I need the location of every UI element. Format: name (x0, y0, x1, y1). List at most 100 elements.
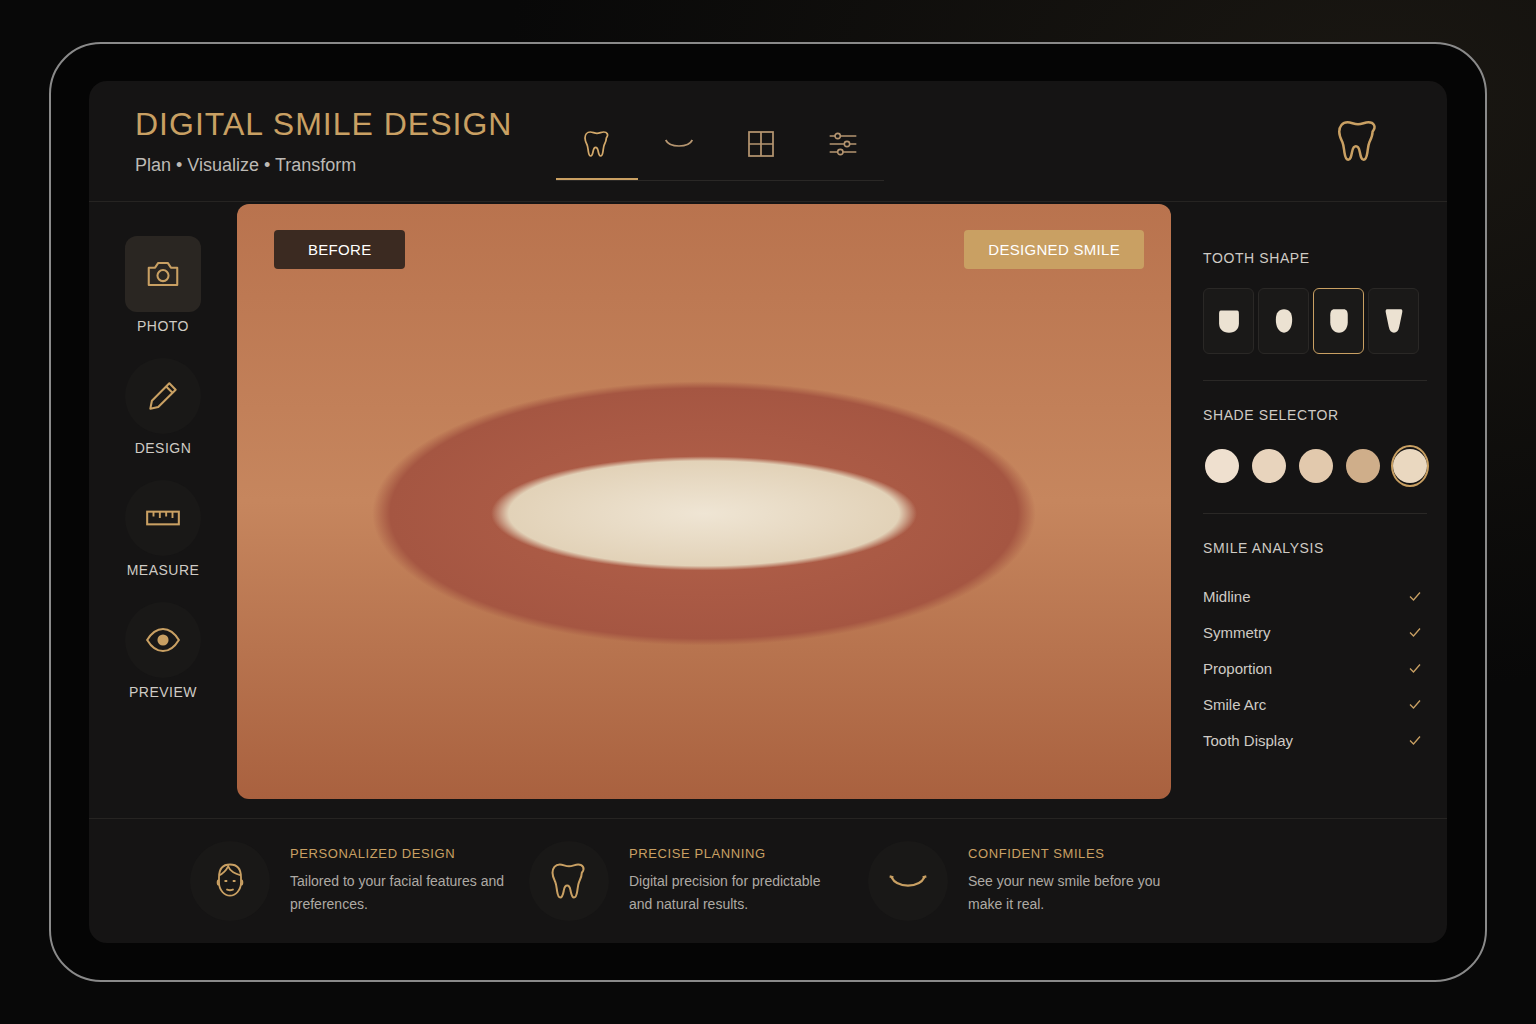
check-icon (1407, 660, 1423, 676)
app-title: DIGITAL SMILE DESIGN (135, 106, 556, 143)
feature: PRECISE PLANNING Digital precision for pr… (529, 841, 868, 921)
designed-smile-badge[interactable]: DESIGNED SMILE (964, 230, 1144, 269)
tooth-shape-section: TOOTH SHAPE (1203, 250, 1427, 381)
smile-icon (886, 859, 930, 903)
tooth-shape-option[interactable] (1368, 288, 1419, 354)
shade-swatch[interactable] (1344, 445, 1382, 487)
feature-strip: PERSONALIZED DESIGN Tailored to your faci… (89, 819, 1447, 943)
feature-icon-circle (529, 841, 609, 921)
sidebar-label: PHOTO (137, 318, 189, 334)
analysis-item: Smile Arc (1203, 686, 1427, 722)
tooth-shape-icon (1380, 299, 1408, 343)
shade-swatch[interactable] (1297, 445, 1335, 487)
shade-swatches (1203, 445, 1427, 487)
tooth-shape-option[interactable] (1203, 288, 1254, 354)
check-icon (1407, 696, 1423, 712)
page: DIGITAL SMILE DESIGN Plan • Visualize • T… (0, 0, 1536, 1024)
tab[interactable] (802, 110, 884, 180)
section-title: SHADE SELECTOR (1203, 407, 1427, 423)
feature-title: PRECISE PLANNING (629, 846, 844, 861)
tooth-shape-options (1203, 288, 1427, 354)
sidebar-icon-box (125, 602, 201, 678)
brand: DIGITAL SMILE DESIGN Plan • Visualize • T… (89, 106, 556, 176)
tab[interactable] (556, 110, 638, 180)
feature: PERSONALIZED DESIGN Tailored to your faci… (190, 841, 529, 921)
smile-icon (663, 128, 695, 160)
sidebar-label: DESIGN (135, 440, 192, 456)
shade-selector-section: SHADE SELECTOR (1203, 407, 1427, 514)
shade-swatch[interactable] (1250, 445, 1288, 487)
sidebar-icon-box (125, 236, 201, 312)
shade-dot (1393, 449, 1427, 483)
app-screen: DIGITAL SMILE DESIGN Plan • Visualize • T… (89, 81, 1447, 943)
sliders-icon (827, 128, 859, 160)
sidebar-item[interactable]: DESIGN (125, 358, 201, 456)
section-title: TOOTH SHAPE (1203, 250, 1427, 266)
shade-swatch[interactable] (1391, 445, 1429, 487)
tooth-shape-icon (1215, 299, 1243, 343)
smile-analysis-section: SMILE ANALYSIS Midline Symmetry Proportion S… (1203, 540, 1427, 784)
feature-icon-circle (190, 841, 270, 921)
sidebar-item[interactable]: MEASURE (125, 480, 201, 578)
feature-description: See your new smile before you make it re… (968, 870, 1183, 916)
analysis-item: Symmetry (1203, 614, 1427, 650)
eye-icon (144, 621, 182, 659)
header: DIGITAL SMILE DESIGN Plan • Visualize • T… (89, 81, 1447, 202)
pencil-icon (144, 377, 182, 415)
sidebar: PHOTO DESIGN MEASURE PREVIEW (89, 204, 237, 799)
tooth-shape-icon (1325, 299, 1353, 343)
tooth-icon (547, 859, 591, 903)
before-badge[interactable]: BEFORE (274, 230, 405, 269)
analysis-label: Proportion (1203, 660, 1272, 677)
shade-dot (1252, 449, 1286, 483)
feature-text: PRECISE PLANNING Digital precision for pr… (629, 846, 844, 916)
sidebar-icon-box (125, 358, 201, 434)
feature-icon-circle (868, 841, 948, 921)
shade-dot (1346, 449, 1380, 483)
tooth-logo-icon (1333, 116, 1383, 166)
shade-swatch[interactable] (1203, 445, 1241, 487)
feature-title: CONFIDENT SMILES (968, 846, 1183, 861)
shade-dot (1299, 449, 1333, 483)
workspace: PHOTO DESIGN MEASURE PREVIEW BEFORE DESIGNED … (89, 202, 1447, 819)
tablet-frame: DIGITAL SMILE DESIGN Plan • Visualize • T… (49, 42, 1487, 982)
shade-dot (1205, 449, 1239, 483)
analysis-item: Midline (1203, 578, 1427, 614)
feature-description: Digital precision for predictable and na… (629, 870, 844, 916)
tooth-shape-option[interactable] (1258, 288, 1309, 354)
section-title: SMILE ANALYSIS (1203, 540, 1427, 556)
smile-photo-canvas[interactable]: BEFORE DESIGNED SMILE (237, 204, 1171, 799)
check-icon (1407, 732, 1423, 748)
tab-bar (556, 110, 884, 181)
analysis-label: Smile Arc (1203, 696, 1266, 713)
analysis-item: Tooth Display (1203, 722, 1427, 758)
analysis-label: Tooth Display (1203, 732, 1293, 749)
sidebar-label: MEASURE (127, 562, 200, 578)
tooth-shape-icon (1270, 299, 1298, 343)
camera-icon (144, 255, 182, 293)
app-subtitle: Plan • Visualize • Transform (135, 155, 556, 176)
check-icon (1407, 624, 1423, 640)
analysis-label: Symmetry (1203, 624, 1271, 641)
sidebar-label: PREVIEW (129, 684, 197, 700)
smile-photo (237, 204, 1171, 799)
feature-description: Tailored to your facial features and pre… (290, 870, 505, 916)
feature: CONFIDENT SMILES See your new smile befor… (868, 841, 1207, 921)
tooth-shape-option[interactable] (1313, 288, 1364, 354)
sidebar-icon-box (125, 480, 201, 556)
tab[interactable] (720, 110, 802, 180)
face-icon (208, 859, 252, 903)
feature-title: PERSONALIZED DESIGN (290, 846, 505, 861)
analysis-item: Proportion (1203, 650, 1427, 686)
grid-icon (745, 128, 777, 160)
tab[interactable] (638, 110, 720, 180)
analysis-label: Midline (1203, 588, 1251, 605)
sidebar-item[interactable]: PHOTO (125, 236, 201, 334)
tooth-icon (581, 128, 613, 160)
ruler-icon (144, 499, 182, 537)
feature-text: PERSONALIZED DESIGN Tailored to your faci… (290, 846, 505, 916)
sidebar-item[interactable]: PREVIEW (125, 602, 201, 700)
check-icon (1407, 588, 1423, 604)
design-panel: TOOTH SHAPE SHADE SELECTOR SMILE ANALYSIS M… (1171, 204, 1447, 799)
feature-text: CONFIDENT SMILES See your new smile befor… (968, 846, 1183, 916)
